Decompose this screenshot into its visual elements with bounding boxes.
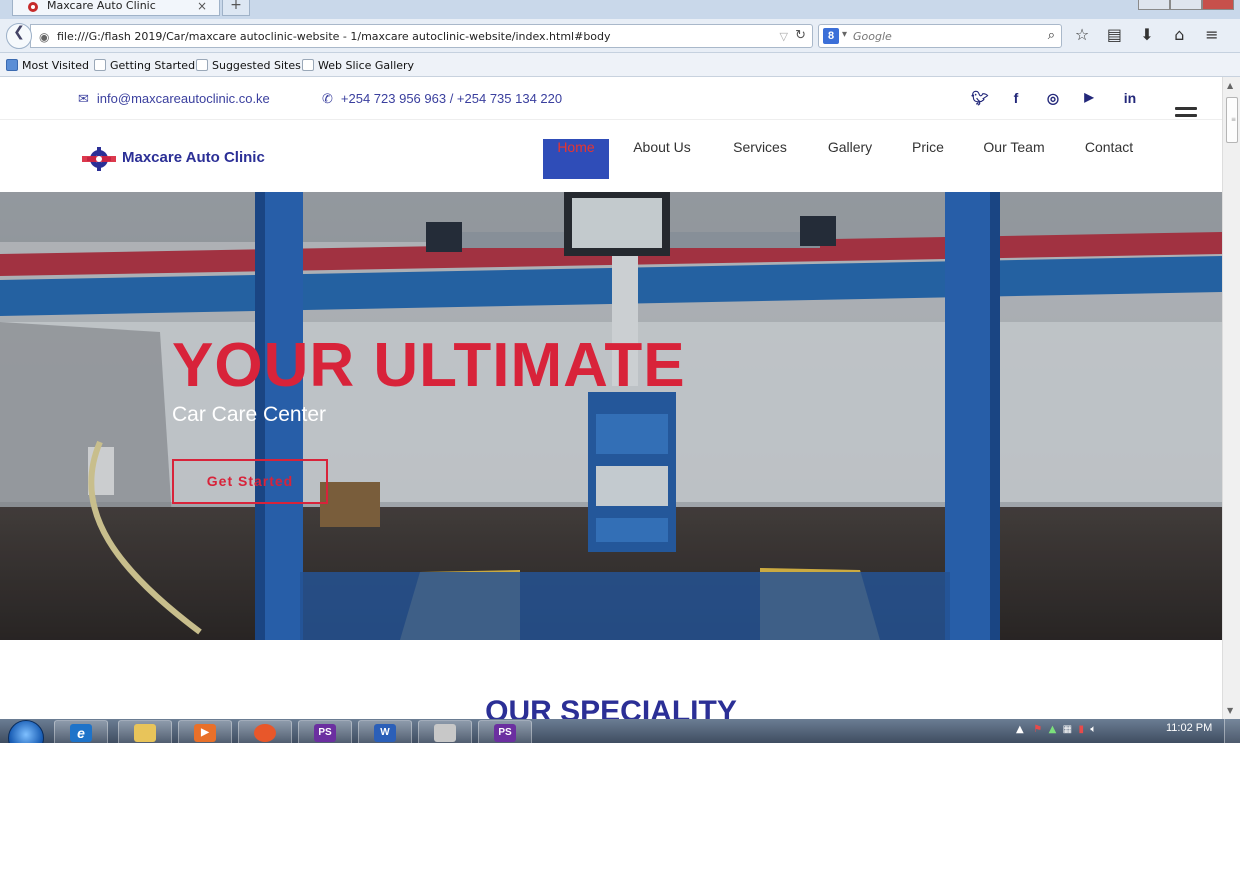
- browser-tab[interactable]: Maxcare Auto Clinic ×: [12, 0, 220, 16]
- globe-icon: ◉: [39, 30, 50, 44]
- volume-icon[interactable]: 🔈︎: [1090, 724, 1096, 735]
- bookmark-web-slice-gallery[interactable]: Web Slice Gallery: [302, 59, 414, 72]
- show-desktop-button[interactable]: [1224, 719, 1240, 743]
- site-favicon-icon: [28, 2, 38, 12]
- back-button[interactable]: ❮: [6, 23, 32, 49]
- window-controls: [1138, 0, 1234, 10]
- tab-strip: Maxcare Auto Clinic × +: [0, 0, 1240, 19]
- graph-taskbar-icon: [434, 724, 456, 742]
- phone-link[interactable]: ✆ +254 723 956 963 / +254 735 134 220: [322, 91, 562, 107]
- toolbar-icons: ☆ ▤ ⬇ ⌂ ≡: [1068, 25, 1226, 47]
- ie-taskbar-icon: e: [70, 724, 92, 742]
- taskbar-clock[interactable]: 11:02 PM: [1166, 722, 1212, 734]
- device-icon[interactable]: ▦: [1063, 724, 1072, 735]
- search-placeholder: Google: [853, 30, 892, 43]
- maximize-button[interactable]: [1170, 0, 1202, 10]
- photoshop-taskbar-icon-2: PS: [494, 724, 516, 742]
- nav-home[interactable]: Home: [543, 139, 609, 179]
- minimize-button[interactable]: [1138, 0, 1170, 10]
- start-button-icon[interactable]: [8, 720, 44, 743]
- bookmark-page-icon: [196, 59, 208, 71]
- hero-banner: YOUR ULTIMATE Car Care Center Get Starte…: [0, 192, 1222, 640]
- tray-expand-icon[interactable]: ▲: [1016, 724, 1024, 735]
- google-engine-icon[interactable]: 8: [823, 28, 839, 44]
- nav-gallery[interactable]: Gallery: [820, 139, 880, 179]
- linkedin-icon[interactable]: in: [1120, 90, 1140, 106]
- bookmark-suggested-sites[interactable]: Suggested Sites: [196, 59, 301, 72]
- word-taskbar-button[interactable]: W: [358, 720, 412, 743]
- bookmark-folder-icon: [6, 59, 18, 71]
- hero-subtitle: Car Care Center: [172, 403, 327, 426]
- tab-title: Maxcare Auto Clinic: [47, 0, 156, 12]
- firefox-taskbar-icon: [254, 724, 276, 742]
- hero-title: YOUR ULTIMATE: [172, 331, 686, 400]
- windows-taskbar: e ▶ PS W PS ▲ ⚑ ▲ ▦ ▮ 🔈︎ 11:02 PM: [0, 719, 1240, 743]
- phone-icon: ✆: [322, 91, 333, 106]
- vertical-scrollbar[interactable]: ▲ ≡ ▼: [1222, 77, 1240, 719]
- browser-navbar: ◉ file:///G:/flash 2019/Car/maxcare auto…: [0, 19, 1240, 53]
- gear-logo-icon: [82, 147, 116, 171]
- menu-icon[interactable]: ≡: [1198, 25, 1226, 44]
- clipboard-icon[interactable]: ▤: [1100, 25, 1128, 44]
- home-icon[interactable]: ⌂: [1165, 25, 1193, 44]
- twitter-icon[interactable]: 🐦︎: [970, 90, 990, 107]
- page-viewport: ✉ info@maxcareautoclinic.co.ke ✆ +254 723 …: [0, 77, 1240, 719]
- youtube-icon[interactable]: ▶: [1079, 90, 1099, 104]
- nav-contact[interactable]: Contact: [1076, 139, 1142, 179]
- system-tray: ▲ ⚑ ▲ ▦ ▮ 🔈︎: [1016, 724, 1096, 735]
- facebook-icon[interactable]: f: [1006, 90, 1026, 106]
- explorer-taskbar-button[interactable]: [118, 720, 172, 743]
- engine-dropdown-icon[interactable]: ▾: [842, 29, 847, 40]
- url-bar[interactable]: ◉ file:///G:/flash 2019/Car/maxcare auto…: [30, 24, 813, 48]
- brand-name[interactable]: Maxcare Auto Clinic: [122, 149, 265, 166]
- scroll-down-icon[interactable]: ▼: [1227, 706, 1233, 715]
- firefox-taskbar-button[interactable]: [238, 720, 292, 743]
- email-link[interactable]: ✉ info@maxcareautoclinic.co.ke: [78, 91, 270, 107]
- get-started-button[interactable]: Get Started: [172, 459, 328, 504]
- graph-taskbar-button[interactable]: [418, 720, 472, 743]
- url-text[interactable]: file:///G:/flash 2019/Car/maxcare autocl…: [57, 30, 611, 43]
- photoshop-taskbar-button[interactable]: PS: [298, 720, 352, 743]
- nav-our-team[interactable]: Our Team: [976, 139, 1052, 179]
- screen: Maxcare Auto Clinic × + ◉ file:///G:/fla…: [0, 0, 1240, 874]
- instagram-icon[interactable]: ◎: [1043, 90, 1063, 107]
- word-taskbar-icon: W: [374, 724, 396, 742]
- bookmark-page-icon: [94, 59, 106, 71]
- bookmark-most-visited[interactable]: Most Visited: [6, 59, 89, 72]
- download-icon[interactable]: ⬇: [1133, 25, 1161, 44]
- explorer-taskbar-icon: [134, 724, 156, 742]
- scroll-up-icon[interactable]: ▲: [1227, 81, 1233, 90]
- network-icon[interactable]: ▲: [1049, 724, 1057, 735]
- nav-services[interactable]: Services: [724, 139, 796, 179]
- grip-icon: ≡: [1231, 116, 1237, 123]
- nav-price[interactable]: Price: [904, 139, 952, 179]
- search-bar[interactable]: 8 ▾ Google ⌕: [818, 24, 1062, 48]
- media-player-taskbar-icon: ▶: [194, 724, 216, 742]
- dropdown-arrow-icon[interactable]: ▽: [780, 30, 788, 43]
- bookmark-getting-started[interactable]: Getting Started: [94, 59, 195, 72]
- bookmark-star-icon[interactable]: ☆: [1068, 25, 1096, 44]
- bookmarks-bar: Most Visited Getting Started Suggested S…: [0, 53, 1240, 77]
- scroll-thumb[interactable]: ≡: [1226, 97, 1238, 143]
- back-arrow-icon: ❮: [13, 24, 25, 40]
- photoshop-taskbar-icon: PS: [314, 724, 336, 742]
- photoshop-taskbar-button-2[interactable]: PS: [478, 720, 532, 743]
- window-close-button[interactable]: [1202, 0, 1234, 10]
- media-player-taskbar-button[interactable]: ▶: [178, 720, 232, 743]
- search-icon[interactable]: ⌕: [1048, 28, 1055, 43]
- bookmark-page-icon: [302, 59, 314, 71]
- ie-taskbar-button[interactable]: e: [54, 720, 108, 743]
- main-navigation: Maxcare Auto Clinic Home About Us Servic…: [0, 121, 1222, 192]
- contact-topbar: ✉ info@maxcareautoclinic.co.ke ✆ +254 723 …: [0, 77, 1222, 124]
- envelope-icon: ✉: [78, 91, 89, 106]
- new-tab-button[interactable]: +: [222, 0, 250, 16]
- battery-icon[interactable]: ▮: [1078, 724, 1084, 735]
- nav-about-us[interactable]: About Us: [626, 139, 698, 179]
- tab-close-icon[interactable]: ×: [197, 0, 207, 13]
- reload-icon[interactable]: ↻: [795, 28, 806, 43]
- action-center-flag-icon[interactable]: ⚑: [1033, 724, 1042, 735]
- speciality-section-title: OUR SPECIALITY: [485, 695, 737, 719]
